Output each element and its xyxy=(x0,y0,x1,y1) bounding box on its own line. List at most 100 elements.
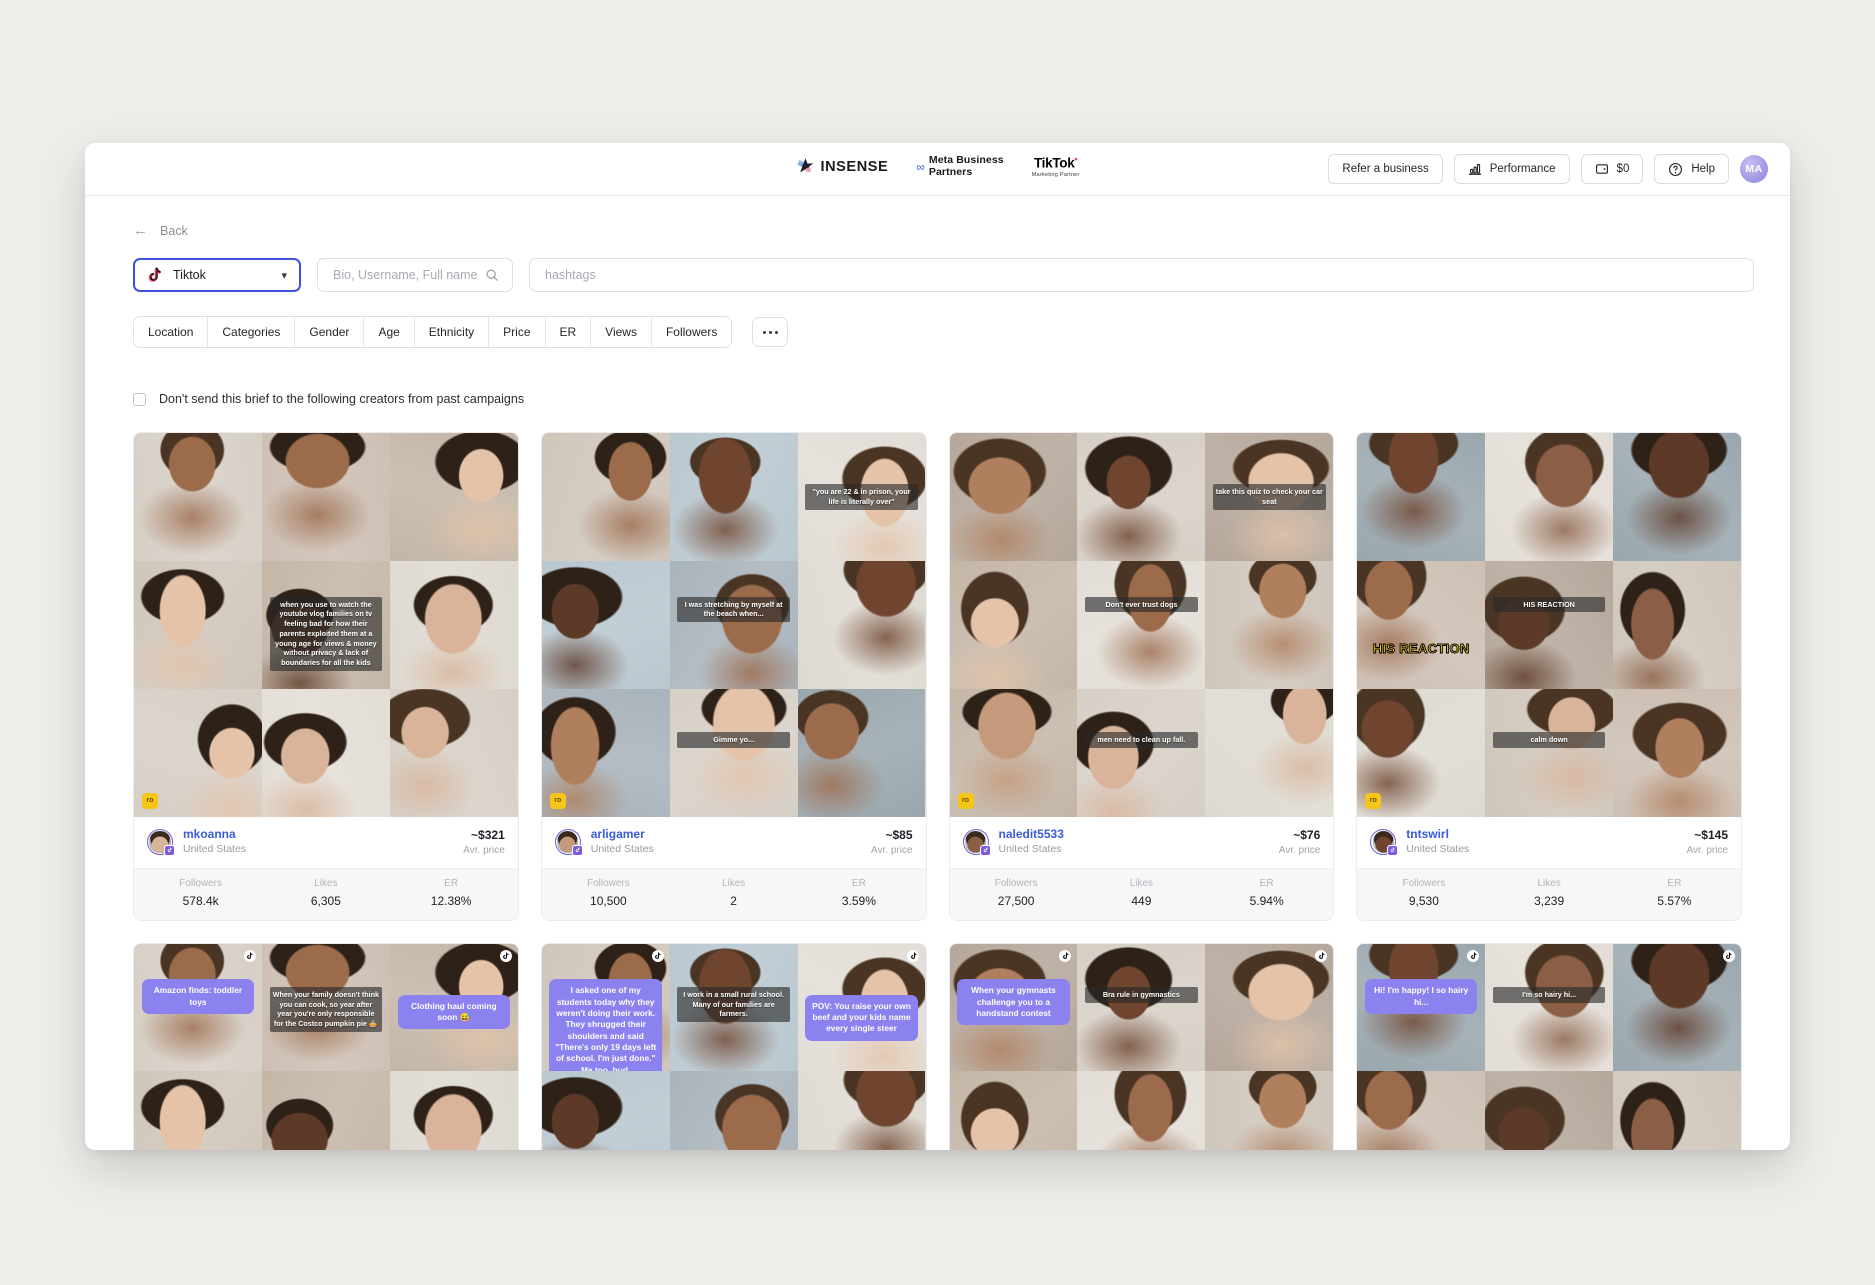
creator-post-thumbnail[interactable] xyxy=(134,1071,262,1150)
filter-button-price[interactable]: Price xyxy=(489,317,545,347)
back-button[interactable]: ← Back xyxy=(121,196,188,238)
creator-card[interactable]: When your gymnasts challenge you to a ha… xyxy=(949,943,1335,1150)
creator-post-thumbnail[interactable] xyxy=(670,433,798,561)
creator-card[interactable]: HIS REACTIONHIS REACTIONrocalm down tntsw… xyxy=(1356,432,1742,921)
creator-post-thumbnail[interactable] xyxy=(1205,944,1333,1072)
filter-button-categories[interactable]: Categories xyxy=(208,317,295,347)
creator-post-thumbnail[interactable] xyxy=(1613,944,1741,1072)
filter-button-followers[interactable]: Followers xyxy=(652,317,731,347)
creator-post-thumbnail[interactable]: I work in a small rural school. Many of … xyxy=(670,944,798,1072)
creator-username[interactable]: tntswirl xyxy=(1406,828,1469,841)
creator-post-thumbnail[interactable] xyxy=(262,433,390,561)
refer-a-business-button[interactable]: Refer a business xyxy=(1328,154,1442,184)
creator-post-thumbnail[interactable] xyxy=(1613,561,1741,689)
creator-post-thumbnail[interactable] xyxy=(134,433,262,561)
creator-post-thumbnail[interactable]: I'm so hairy hi... xyxy=(1485,944,1613,1072)
creator-post-thumbnail[interactable] xyxy=(542,1071,670,1150)
creator-card[interactable]: when you use to watch the youtube vlog f… xyxy=(133,432,519,921)
creator-card[interactable]: I asked one of my students today why the… xyxy=(541,943,927,1150)
creator-post-thumbnail[interactable] xyxy=(1077,433,1205,561)
help-button[interactable]: Help xyxy=(1654,154,1729,184)
avatar[interactable]: MA xyxy=(1740,155,1768,183)
creator-card[interactable]: Hi! I'm happy! I so hairy hi...I'm so ha… xyxy=(1356,943,1742,1150)
creator-post-thumbnail[interactable]: "you are 22 & in prison, your life is li… xyxy=(798,433,926,561)
creator-post-thumbnail[interactable] xyxy=(1357,1071,1485,1150)
creator-post-thumbnail[interactable]: Amazon finds: toddler toys xyxy=(134,944,262,1072)
creator-card[interactable]: "you are 22 & in prison, your life is li… xyxy=(541,432,927,921)
creator-post-thumbnail[interactable]: I asked one of my students today why the… xyxy=(542,944,670,1072)
more-filters-button[interactable] xyxy=(752,317,788,347)
creator-post-thumbnail[interactable] xyxy=(798,689,926,817)
hashtags-field[interactable] xyxy=(529,258,1754,292)
creator-post-thumbnail[interactable]: Gimme yo... xyxy=(670,689,798,817)
creator-post-thumbnail[interactable] xyxy=(950,561,1078,689)
creator-post-thumbnail[interactable] xyxy=(390,689,518,817)
creator-post-thumbnail[interactable]: POV: You raise your own beef and your ki… xyxy=(798,944,926,1072)
creator-post-thumbnail[interactable] xyxy=(798,1071,926,1150)
name-search-input[interactable] xyxy=(331,267,479,283)
creator-post-thumbnail[interactable] xyxy=(134,561,262,689)
filter-button-views[interactable]: Views xyxy=(591,317,652,347)
performance-button[interactable]: Performance xyxy=(1454,154,1570,184)
creator-post-thumbnail[interactable]: ro xyxy=(134,689,262,817)
creator-post-thumbnail[interactable]: Hi! I'm happy! I so hairy hi... xyxy=(1357,944,1485,1072)
creator-post-thumbnail[interactable] xyxy=(1357,433,1485,561)
creator-post-thumbnail[interactable] xyxy=(950,1071,1078,1150)
creator-post-thumbnail[interactable] xyxy=(542,561,670,689)
creator-avatar[interactable] xyxy=(1370,829,1396,855)
creator-post-thumbnail[interactable] xyxy=(1205,561,1333,689)
creator-username[interactable]: arligamer xyxy=(591,828,654,841)
balance-button[interactable]: $0 xyxy=(1581,154,1644,184)
creator-post-thumbnail[interactable]: When your family doesn't think you can c… xyxy=(262,944,390,1072)
creator-post-thumbnail[interactable] xyxy=(262,1071,390,1150)
creator-post-thumbnail[interactable]: take this quiz to check your car seat xyxy=(1205,433,1333,561)
creator-username[interactable]: naledit5533 xyxy=(999,828,1064,841)
creator-post-thumbnail[interactable] xyxy=(1077,1071,1205,1150)
creator-post-thumbnail[interactable] xyxy=(670,1071,798,1150)
creator-post-thumbnail[interactable]: ro xyxy=(950,689,1078,817)
creator-post-thumbnail[interactable]: men need to clean up fall. xyxy=(1077,689,1205,817)
creator-post-thumbnail[interactable] xyxy=(390,433,518,561)
creator-post-thumbnail[interactable] xyxy=(950,433,1078,561)
creator-post-thumbnail[interactable]: Bra rule in gymnastics xyxy=(1077,944,1205,1072)
creator-post-thumbnail[interactable]: When your gymnasts challenge you to a ha… xyxy=(950,944,1078,1072)
creator-post-thumbnail[interactable] xyxy=(1485,433,1613,561)
platform-select[interactable]: Tiktok ▾ xyxy=(133,258,301,292)
creator-username[interactable]: mkoanna xyxy=(183,828,246,841)
creator-post-thumbnail[interactable]: calm down xyxy=(1485,689,1613,817)
creator-post-thumbnail[interactable]: I was stretching by myself at the beach … xyxy=(670,561,798,689)
creator-avatar[interactable] xyxy=(555,829,581,855)
creator-post-thumbnail[interactable] xyxy=(390,1071,518,1150)
search-icon[interactable] xyxy=(485,268,499,282)
creator-post-thumbnail[interactable]: ro xyxy=(1357,689,1485,817)
filter-button-location[interactable]: Location xyxy=(134,317,208,347)
creator-post-thumbnail[interactable] xyxy=(1485,1071,1613,1150)
creator-avatar[interactable] xyxy=(963,829,989,855)
filter-button-age[interactable]: Age xyxy=(364,317,414,347)
hashtags-input[interactable] xyxy=(543,267,1740,283)
stat-likes-value: 2 xyxy=(671,894,796,908)
creator-post-thumbnail[interactable]: Don't ever trust dogs xyxy=(1077,561,1205,689)
name-search-field[interactable] xyxy=(317,258,513,292)
creator-post-thumbnail[interactable] xyxy=(798,561,926,689)
creator-post-thumbnail[interactable]: when you use to watch the youtube vlog f… xyxy=(262,561,390,689)
creator-post-thumbnail[interactable]: Clothing haul coming soon 😅 xyxy=(390,944,518,1072)
creator-post-thumbnail[interactable] xyxy=(1205,1071,1333,1150)
filter-button-gender[interactable]: Gender xyxy=(295,317,364,347)
filter-button-er[interactable]: ER xyxy=(546,317,592,347)
creator-avatar[interactable] xyxy=(147,829,173,855)
creator-post-thumbnail[interactable]: ro xyxy=(542,689,670,817)
creator-post-thumbnail[interactable] xyxy=(1613,433,1741,561)
exclude-past-creators-checkbox[interactable] xyxy=(133,393,146,406)
creator-post-thumbnail[interactable] xyxy=(1613,689,1741,817)
creator-post-thumbnail[interactable]: HIS REACTION xyxy=(1485,561,1613,689)
creator-card[interactable]: Amazon finds: toddler toysWhen your fami… xyxy=(133,943,519,1150)
creator-post-thumbnail[interactable] xyxy=(1613,1071,1741,1150)
creator-post-thumbnail[interactable] xyxy=(390,561,518,689)
creator-card[interactable]: take this quiz to check your car seatDon… xyxy=(949,432,1335,921)
creator-post-thumbnail[interactable] xyxy=(1205,689,1333,817)
creator-post-thumbnail[interactable] xyxy=(262,689,390,817)
filter-button-ethnicity[interactable]: Ethnicity xyxy=(415,317,489,347)
creator-post-thumbnail[interactable]: HIS REACTION xyxy=(1357,561,1485,689)
creator-post-thumbnail[interactable] xyxy=(542,433,670,561)
